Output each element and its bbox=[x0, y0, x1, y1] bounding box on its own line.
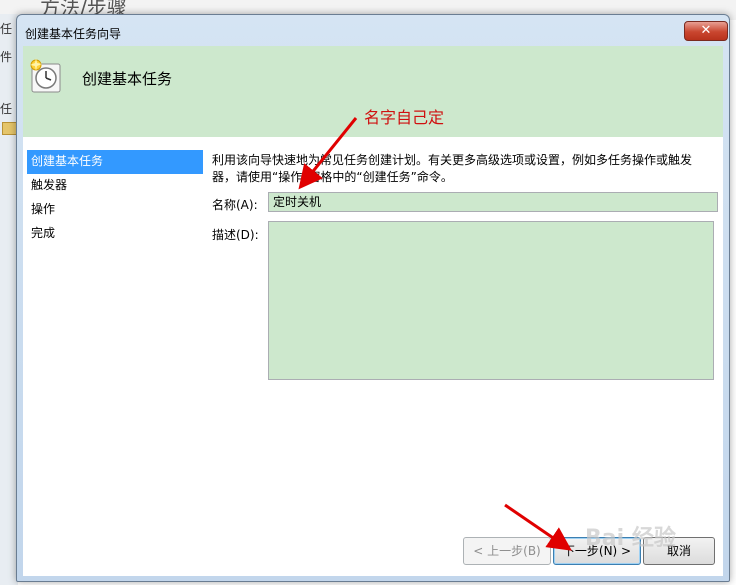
description-textarea[interactable] bbox=[268, 221, 714, 380]
annotation-text: 名字自己定 bbox=[364, 108, 445, 127]
name-input[interactable]: 定时关机 bbox=[268, 192, 718, 212]
background-fragment: 任 bbox=[0, 22, 13, 36]
wizard-dialog: 创建基本任务向导 ✕ 创建基本任务 创建基本任务 触发器 操作 完成 利用该向导… bbox=[16, 14, 730, 582]
wizard-title: 创建基本任务 bbox=[82, 70, 173, 88]
background-fragment: 件 bbox=[0, 50, 13, 64]
title-bar[interactable]: 创建基本任务向导 ✕ bbox=[17, 15, 729, 45]
wizard-description: 利用该向导快速地为常见任务创建计划。有关更多高级选项或设置，例如多任务操作或触发… bbox=[212, 153, 693, 184]
description-label: 描述(D): bbox=[212, 228, 259, 242]
step-action[interactable]: 操作 bbox=[27, 198, 203, 222]
step-create-basic-task[interactable]: 创建基本任务 bbox=[27, 150, 203, 174]
watermark: Bai 经验 bbox=[585, 526, 676, 551]
background-fragment: 任 bbox=[0, 102, 13, 116]
back-button[interactable]: < 上一步(B) bbox=[463, 537, 551, 565]
step-trigger[interactable]: 触发器 bbox=[27, 174, 203, 198]
step-finish[interactable]: 完成 bbox=[27, 222, 203, 246]
close-button[interactable]: ✕ bbox=[684, 21, 728, 41]
name-label: 名称(A): bbox=[212, 198, 258, 212]
close-icon: ✕ bbox=[700, 23, 712, 38]
window-title: 创建基本任务向导 bbox=[25, 27, 122, 41]
task-clock-icon bbox=[30, 58, 61, 93]
wizard-step-list: 创建基本任务 触发器 操作 完成 bbox=[27, 150, 203, 246]
